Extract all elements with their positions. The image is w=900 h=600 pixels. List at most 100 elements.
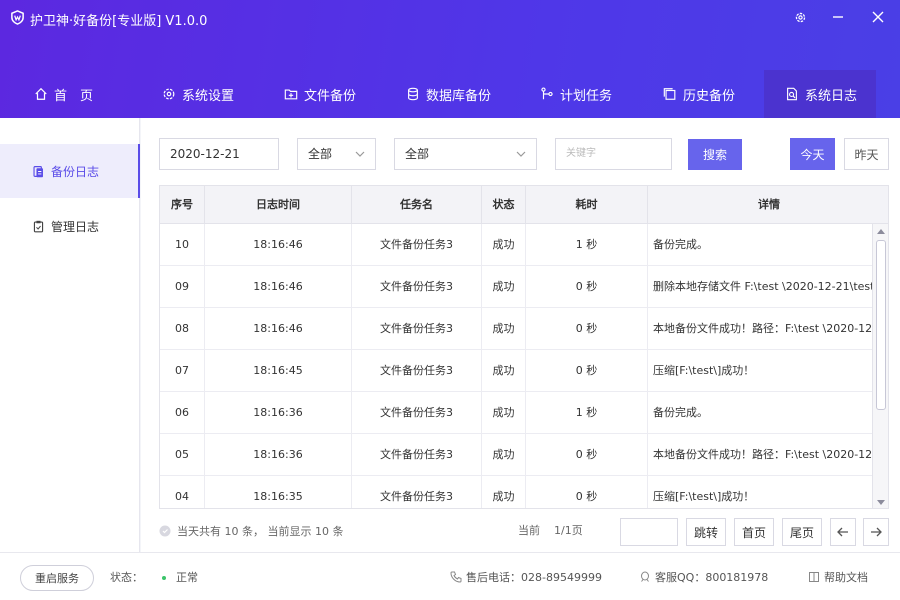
help-docs-link[interactable]: 帮助文档 xyxy=(808,569,868,585)
page-indicator: 1/1页 xyxy=(554,524,583,537)
table-row[interactable]: 04 18:16:35 文件备份任务3 成功 0 秒压缩[F:\test\]成功！ xyxy=(160,476,874,508)
cell-index: 10 xyxy=(160,224,205,266)
gear-icon xyxy=(795,12,805,22)
close-icon xyxy=(872,11,884,23)
nav-label: 历史备份 xyxy=(683,88,736,104)
title-bar: 护卫神·好备份[专业版] V1.0.0 xyxy=(0,0,900,36)
folder-plus-icon xyxy=(284,89,298,100)
table-row[interactable]: 08 18:16:46 文件备份任务3 成功 0 秒本地备份文件成功！路径：F:\tes… xyxy=(160,308,874,350)
yesterday-button[interactable]: 昨天 xyxy=(844,138,889,170)
support-qq: 客服QQ：800181978 xyxy=(639,569,768,585)
cell-detail: 本地备份文件成功！路径：F:\test \2020-12- xyxy=(653,322,874,335)
cell-status: 成功 xyxy=(482,350,526,392)
phone-text: 售后电话：028-89549999 xyxy=(466,571,602,584)
main-panel: 2020-12-21 全部 全部 关键字 搜索 今天 昨天 序号 日志时间 任务… xyxy=(141,118,900,552)
cell-status: 成功 xyxy=(482,476,526,508)
nav-database-backup[interactable]: 数据库备份 xyxy=(406,70,491,118)
cell-duration: 0 秒 xyxy=(526,350,648,392)
sidebar-item-label: 备份日志 xyxy=(51,164,100,179)
cell-duration: 1 秒 xyxy=(526,224,648,266)
cell-detail: 备份完成。 xyxy=(653,238,708,251)
last-page-button[interactable]: 尾页 xyxy=(782,518,822,546)
cell-status: 成功 xyxy=(482,434,526,476)
cell-status: 成功 xyxy=(482,224,526,266)
table-row[interactable]: 10 18:16:46 文件备份任务3 成功 1 秒备份完成。 xyxy=(160,224,874,266)
sidebar-item-label: 管理日志 xyxy=(51,219,100,234)
type-select[interactable]: 全部 xyxy=(297,138,376,170)
chevron-down-icon xyxy=(355,151,365,157)
cell-index: 07 xyxy=(160,350,205,392)
cell-index: 05 xyxy=(160,434,205,476)
keyword-input[interactable]: 关键字 xyxy=(555,138,672,170)
cell-task-name: 文件备份任务3 xyxy=(352,476,482,508)
nav-label: 文件备份 xyxy=(304,88,357,104)
book-icon xyxy=(809,572,819,582)
nav-file-backup[interactable]: 文件备份 xyxy=(284,70,356,118)
minimize-icon xyxy=(833,16,843,18)
minimize-button[interactable] xyxy=(828,8,848,26)
task-select-value: 全部 xyxy=(405,147,430,161)
vertical-scrollbar[interactable] xyxy=(872,224,888,508)
scroll-up-arrow-icon[interactable] xyxy=(877,229,885,234)
cell-duration: 0 秒 xyxy=(526,308,648,350)
cell-detail: 本地备份文件成功！路径：F:\test \2020-12- xyxy=(653,448,874,461)
cell-index: 09 xyxy=(160,266,205,308)
phone-icon xyxy=(450,571,462,583)
sidebar-item-manage-log[interactable]: 管理日志 xyxy=(0,199,140,253)
table-row[interactable]: 06 18:16:36 文件备份任务3 成功 1 秒备份完成。 xyxy=(160,392,874,434)
scroll-down-arrow-icon[interactable] xyxy=(877,500,885,505)
gear-icon xyxy=(163,88,175,100)
cell-time: 18:16:46 xyxy=(205,224,352,266)
today-button[interactable]: 今天 xyxy=(790,138,835,170)
settings-gear-button[interactable] xyxy=(790,8,810,26)
nav-system-log[interactable]: 系统日志 xyxy=(764,70,876,118)
status-value: 正常 xyxy=(176,571,198,584)
sidebar-item-backup-log[interactable]: 备份日志 xyxy=(0,144,140,198)
cell-task-name: 文件备份任务3 xyxy=(352,392,482,434)
table-row[interactable]: 07 18:16:45 文件备份任务3 成功 0 秒压缩[F:\test\]成功！ xyxy=(160,350,874,392)
search-button[interactable]: 搜索 xyxy=(688,139,742,170)
nav-settings[interactable]: 系统设置 xyxy=(162,70,234,118)
date-picker[interactable]: 2020-12-21 xyxy=(159,138,279,170)
cell-time: 18:16:46 xyxy=(205,308,352,350)
table-row[interactable]: 09 18:16:46 文件备份任务3 成功 0 秒删除本地存储文件 F:\test \… xyxy=(160,266,874,308)
cell-task-name: 文件备份任务3 xyxy=(352,266,482,308)
next-page-button[interactable] xyxy=(863,518,889,546)
app-title: 护卫神·好备份[专业版] V1.0.0 xyxy=(30,14,208,29)
help-text: 帮助文档 xyxy=(824,571,868,584)
nav-home[interactable]: 首 页 xyxy=(34,70,93,118)
column-header: 详情 xyxy=(758,198,780,211)
column-header: 状态 xyxy=(482,186,526,224)
nav-scheduled-tasks[interactable]: 计划任务 xyxy=(540,70,612,118)
schedule-icon xyxy=(541,87,553,100)
cell-task-name: 文件备份任务3 xyxy=(352,434,482,476)
cell-time: 18:16:46 xyxy=(205,266,352,308)
jump-button[interactable]: 跳转 xyxy=(686,518,726,546)
nav-history-backup[interactable]: 历史备份 xyxy=(663,70,735,118)
info-icon xyxy=(159,525,171,537)
task-select[interactable]: 全部 xyxy=(394,138,537,170)
close-button[interactable] xyxy=(868,8,888,26)
shield-logo-icon xyxy=(11,10,24,25)
home-icon xyxy=(35,87,47,100)
first-page-button[interactable]: 首页 xyxy=(734,518,774,546)
scrollbar-thumb[interactable] xyxy=(876,240,886,410)
summary-text: 当天共有 10 条， 当前显示 10 条 xyxy=(177,525,344,538)
cell-time: 18:16:36 xyxy=(205,392,352,434)
page-jump-input[interactable] xyxy=(620,518,678,546)
history-icon xyxy=(663,88,676,100)
cell-index: 08 xyxy=(160,308,205,350)
cell-detail: 删除本地存储文件 F:\test \2020-12-21\test_ xyxy=(653,280,874,293)
cell-status: 成功 xyxy=(482,392,526,434)
status-dot-icon xyxy=(162,576,166,580)
cell-duration: 0 秒 xyxy=(526,434,648,476)
cell-task-name: 文件备份任务3 xyxy=(352,308,482,350)
cell-status: 成功 xyxy=(482,266,526,308)
table-row[interactable]: 05 18:16:36 文件备份任务3 成功 0 秒本地备份文件成功！路径：F:\tes… xyxy=(160,434,874,476)
arrow-left-icon xyxy=(837,527,848,537)
prev-page-button[interactable] xyxy=(830,518,856,546)
restart-service-button[interactable]: 重启服务 xyxy=(20,565,94,591)
support-phone: 售后电话：028-89549999 xyxy=(450,569,602,585)
nav-label: 数据库备份 xyxy=(426,88,492,104)
column-header: 任务名 xyxy=(352,186,482,224)
